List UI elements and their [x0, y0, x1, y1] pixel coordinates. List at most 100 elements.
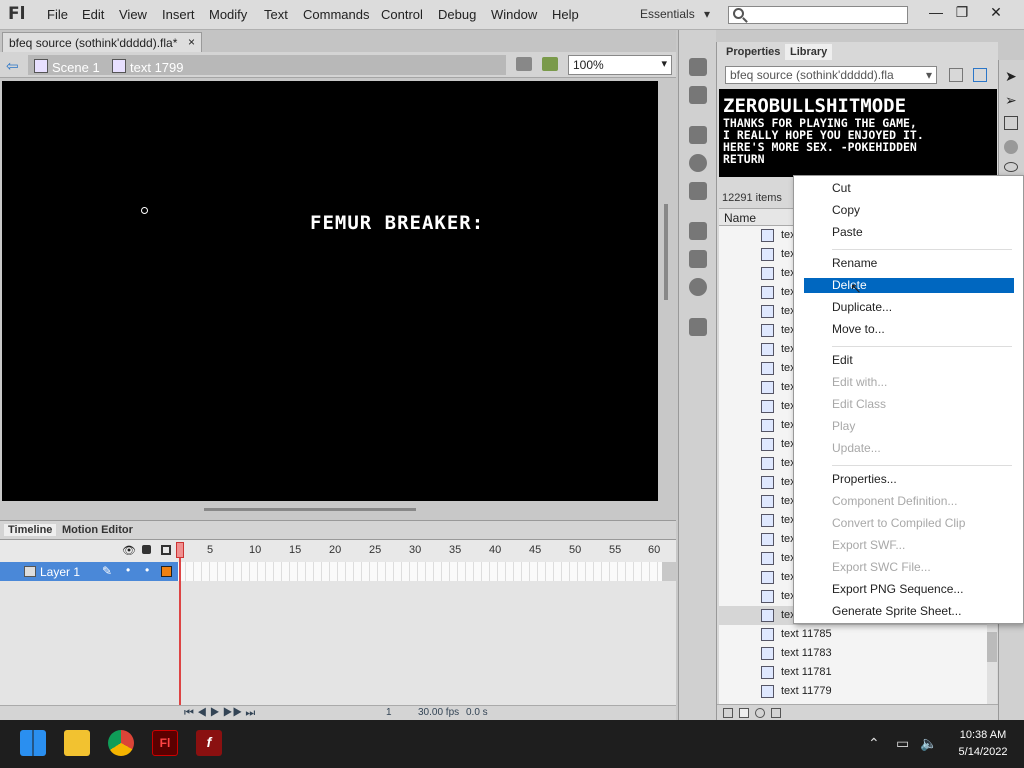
playback-controls-icon[interactable]: ⏮ ◀ ▶ ▶▶ ⏭	[184, 707, 255, 720]
text-symbol-icon	[761, 286, 774, 299]
layer-color-swatch[interactable]	[161, 566, 172, 577]
text-symbol-icon	[761, 400, 774, 413]
outline-icon[interactable]	[161, 545, 171, 555]
library-scroll-thumb[interactable]	[987, 632, 997, 662]
context-menu-item-paste[interactable]: Paste	[804, 225, 1014, 240]
new-library-panel-icon[interactable]	[973, 68, 987, 82]
chrome-icon[interactable]	[108, 730, 134, 756]
tab-properties[interactable]: Properties	[721, 44, 785, 60]
windows-start-icon[interactable]	[20, 730, 46, 756]
frame-number: 5	[207, 544, 214, 556]
text-symbol-icon	[761, 267, 774, 280]
clock-time[interactable]: 10:38 AM	[948, 729, 1018, 741]
info-icon[interactable]	[689, 154, 707, 172]
context-menu-item-edit[interactable]: Edit	[804, 353, 1014, 368]
delete-icon[interactable]	[771, 708, 781, 718]
subselection-tool-icon[interactable]: ➢	[1005, 92, 1017, 109]
new-symbol-icon[interactable]	[723, 708, 733, 718]
minimize-button[interactable]: —	[922, 2, 950, 24]
selection-tool-icon[interactable]: ➤	[1005, 68, 1017, 85]
tab-timeline[interactable]: Timeline	[4, 524, 57, 536]
eye-icon[interactable]: 👁	[122, 544, 136, 557]
menu-text[interactable]: Text	[264, 7, 288, 22]
frame-number: 15	[289, 544, 302, 556]
close-button[interactable]: ✕	[982, 2, 1010, 24]
context-menu-item-rename[interactable]: Rename	[804, 256, 1014, 271]
breadcrumb: Scene 1 text 1799	[28, 55, 506, 75]
breadcrumb-scene[interactable]: Scene 1	[52, 60, 100, 75]
menu-window[interactable]: Window	[491, 7, 537, 22]
edit-scene-icon[interactable]	[516, 57, 532, 71]
help-search-input[interactable]	[728, 6, 908, 24]
frame-rate[interactable]: 30.00 fps	[418, 707, 459, 718]
playhead-handle[interactable]	[176, 542, 184, 558]
context-menu-item-delete[interactable]: Delete	[804, 278, 1014, 293]
clock-date[interactable]: 5/14/2022	[948, 746, 1018, 758]
context-menu-item-export-png-sequence[interactable]: Export PNG Sequence...	[804, 582, 1014, 597]
menu-control[interactable]: Control	[381, 7, 423, 22]
stage[interactable]	[2, 81, 658, 501]
free-transform-tool-icon[interactable]	[1004, 116, 1018, 130]
zoom-select[interactable]: 100% ▾	[568, 55, 672, 75]
menu-debug[interactable]: Debug	[438, 7, 476, 22]
transform-icon[interactable]	[689, 182, 707, 200]
menu-file[interactable]: File	[47, 7, 68, 22]
list-item[interactable]: text 11779	[719, 682, 987, 701]
document-tab[interactable]: bfeq source (sothink'ddddd).fla* ×	[2, 32, 202, 52]
menu-help[interactable]: Help	[552, 7, 579, 22]
column-name[interactable]: Name	[724, 211, 756, 225]
menu-edit[interactable]: Edit	[82, 7, 104, 22]
context-menu-item-generate-sprite-sheet[interactable]: Generate Sprite Sheet...	[804, 604, 1014, 619]
context-menu-item-move-to[interactable]: Move to...	[804, 322, 1014, 337]
library-document-select[interactable]: bfeq source (sothink'ddddd).fla ▾	[725, 66, 937, 84]
motion-presets-icon[interactable]	[689, 278, 707, 296]
color-icon[interactable]	[689, 58, 707, 76]
lock-dot-icon[interactable]: •	[145, 563, 149, 577]
layer-row[interactable]: Layer 1 ✎ • •	[0, 562, 178, 581]
stage-text[interactable]: FEMUR BREAKER:	[310, 212, 484, 234]
list-item[interactable]: text 11783	[719, 644, 987, 663]
file-explorer-icon[interactable]	[64, 730, 90, 756]
flash-player-icon[interactable]: f	[196, 730, 222, 756]
swatches-icon[interactable]	[689, 86, 707, 104]
context-menu-item-edit-with: Edit with...	[832, 375, 888, 389]
align-icon[interactable]	[689, 126, 707, 144]
components-icon[interactable]	[689, 250, 707, 268]
visibility-dot-icon[interactable]: •	[126, 563, 130, 577]
context-menu-item-cut[interactable]: Cut	[804, 181, 1014, 196]
project-icon[interactable]	[689, 318, 707, 336]
menu-modify[interactable]: Modify	[209, 7, 247, 22]
chevron-up-icon[interactable]: ⌃	[868, 735, 880, 752]
stage-horizontal-scrollbar[interactable]	[204, 508, 416, 511]
playhead[interactable]	[179, 542, 181, 706]
context-menu-item-copy[interactable]: Copy	[804, 203, 1014, 218]
edit-symbols-icon[interactable]	[542, 57, 558, 71]
workspace-switcher[interactable]: Essentials ▾	[640, 7, 710, 21]
context-menu-item-duplicate[interactable]: Duplicate...	[804, 300, 1014, 315]
menu-commands[interactable]: Commands	[303, 7, 369, 22]
list-item[interactable]: text 11781	[719, 663, 987, 682]
stage-vertical-scrollbar[interactable]	[664, 204, 668, 300]
close-icon[interactable]: ×	[188, 35, 195, 49]
menu-view[interactable]: View	[119, 7, 147, 22]
layer-name[interactable]: Layer 1	[40, 565, 80, 579]
lock-icon[interactable]	[142, 545, 151, 554]
properties-icon[interactable]	[755, 708, 765, 718]
code-snippets-icon[interactable]	[689, 222, 707, 240]
flash-pro-icon[interactable]: Fl	[152, 730, 178, 756]
list-item[interactable]: text 11785	[719, 625, 987, 644]
frames-row[interactable]	[178, 562, 662, 581]
tab-motion-editor[interactable]: Motion Editor	[58, 524, 137, 536]
tab-library[interactable]: Library	[785, 44, 833, 60]
3d-rotation-tool-icon[interactable]	[1004, 140, 1018, 154]
breadcrumb-symbol[interactable]: text 1799	[130, 60, 184, 75]
context-menu-item-properties[interactable]: Properties...	[804, 472, 1014, 487]
menu-insert[interactable]: Insert	[162, 7, 195, 22]
back-arrow-icon[interactable]: ⇦	[6, 57, 19, 75]
volume-icon[interactable]: 🔈	[920, 735, 937, 752]
new-folder-icon[interactable]	[739, 708, 749, 718]
pin-icon[interactable]	[949, 68, 963, 82]
restore-button[interactable]: ❐	[948, 2, 976, 24]
network-icon[interactable]: ▭	[896, 735, 909, 752]
lasso-tool-icon[interactable]	[1004, 162, 1018, 172]
